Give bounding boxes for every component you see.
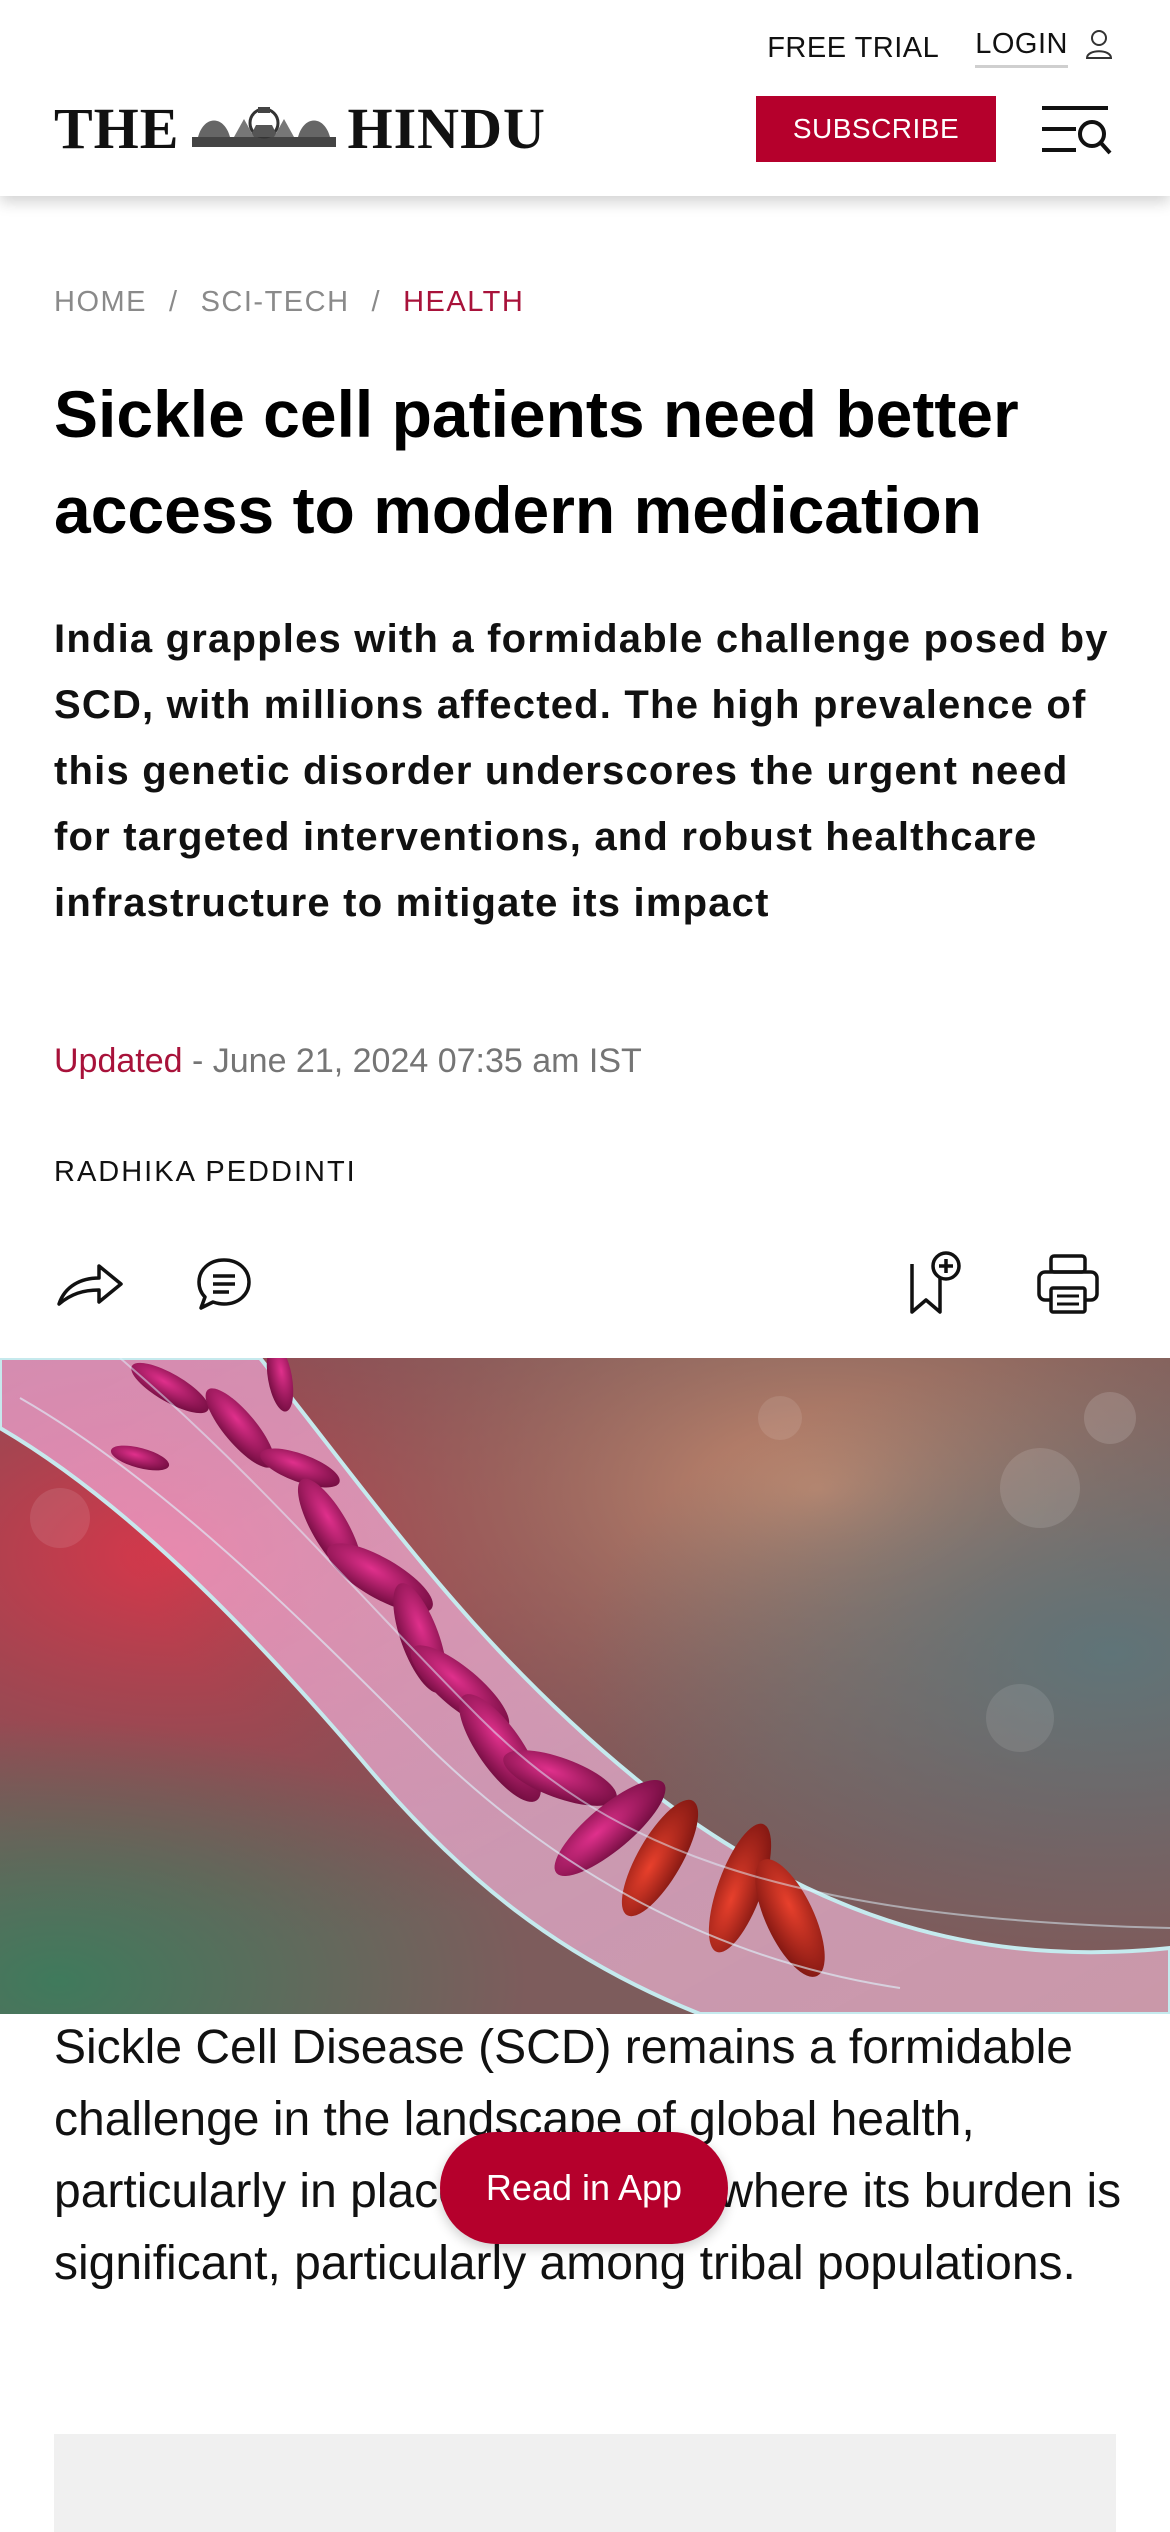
- logo-text-hindu: HINDU: [347, 95, 546, 161]
- site-header: FREE TRIAL LOGIN THE HINDU SUBSCRIBE: [0, 0, 1170, 196]
- ad-placeholder: [54, 2434, 1116, 2532]
- read-in-app-button[interactable]: Read in App: [440, 2132, 728, 2244]
- subscribe-button[interactable]: SUBSCRIBE: [756, 96, 996, 162]
- author-name[interactable]: RADHIKA PEDDINTI: [54, 1156, 357, 1189]
- logo-emblem-icon: [184, 102, 344, 154]
- updated-label: Updated: [54, 1042, 183, 1080]
- breadcrumb-separator: /: [169, 286, 179, 318]
- free-trial-link[interactable]: FREE TRIAL: [767, 32, 939, 65]
- share-icon[interactable]: [52, 1246, 128, 1322]
- breadcrumb: HOME / SCI-TECH / HEALTH: [54, 286, 524, 319]
- article-title: Sickle cell patients need better access …: [54, 377, 1019, 547]
- site-logo[interactable]: THE HINDU: [54, 96, 546, 161]
- breadcrumb-health[interactable]: HEALTH: [403, 286, 524, 319]
- login-group[interactable]: LOGIN: [975, 28, 1114, 68]
- article-hero-image: [0, 1358, 1170, 2014]
- comment-icon[interactable]: [186, 1246, 262, 1322]
- breadcrumb-sci-tech[interactable]: SCI-TECH: [201, 286, 350, 319]
- breadcrumb-home[interactable]: HOME: [54, 286, 147, 319]
- logo-text-the: THE: [54, 95, 180, 161]
- updated-date: - June 21, 2024 07:35 am IST: [182, 1042, 642, 1080]
- top-links: FREE TRIAL LOGIN: [767, 28, 1114, 68]
- menu-search-icon[interactable]: [1038, 100, 1114, 158]
- print-icon[interactable]: [1030, 1246, 1106, 1322]
- article-actions: [0, 1246, 1170, 1330]
- user-icon[interactable]: [1084, 28, 1114, 68]
- bookmark-add-icon[interactable]: [896, 1246, 972, 1322]
- updated-timestamp: Updated - June 21, 2024 07:35 am IST: [54, 1042, 642, 1081]
- breadcrumb-separator: /: [371, 286, 382, 318]
- article-summary: India grapples with a formidable challen…: [54, 617, 1109, 925]
- login-link[interactable]: LOGIN: [975, 28, 1068, 68]
